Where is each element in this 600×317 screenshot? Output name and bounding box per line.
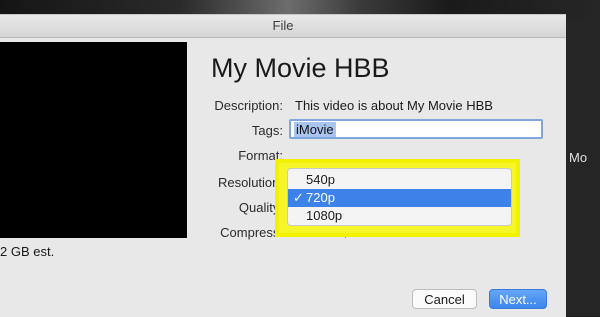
resolution-option-720p[interactable]: ✓ 720p	[288, 189, 511, 207]
background-panel	[565, 20, 600, 316]
compress-label: Compress:	[220, 225, 283, 240]
next-button[interactable]: Next...	[489, 289, 547, 309]
resolution-menu[interactable]: 540p ✓ 720p 1080p	[287, 168, 512, 226]
description-field[interactable]: This video is about My Movie HBB	[295, 98, 493, 113]
background-side-text: Mo	[569, 150, 588, 165]
resolution-option-1080p[interactable]: 1080p	[288, 207, 511, 225]
tag-token[interactable]: iMovie	[294, 122, 336, 137]
resolution-label: Resolution:	[217, 175, 283, 190]
tags-field[interactable]: iMovie	[289, 119, 543, 139]
format-label: Format:	[238, 148, 283, 163]
resolution-option-540p[interactable]: 540p	[288, 171, 511, 189]
share-file-sheet: File 2 GB est. My Movie HBB Description:…	[0, 14, 566, 317]
movie-title[interactable]: My Movie HBB	[211, 53, 390, 84]
cancel-button[interactable]: Cancel	[412, 289, 477, 309]
tags-label: Tags:	[251, 123, 283, 138]
description-label: Description:	[214, 98, 283, 113]
checkmark-icon: ✓	[293, 190, 304, 205]
size-estimate: 2 GB est.	[0, 244, 55, 259]
quality-label: Quality:	[238, 200, 283, 215]
window-title: File	[0, 15, 566, 38]
